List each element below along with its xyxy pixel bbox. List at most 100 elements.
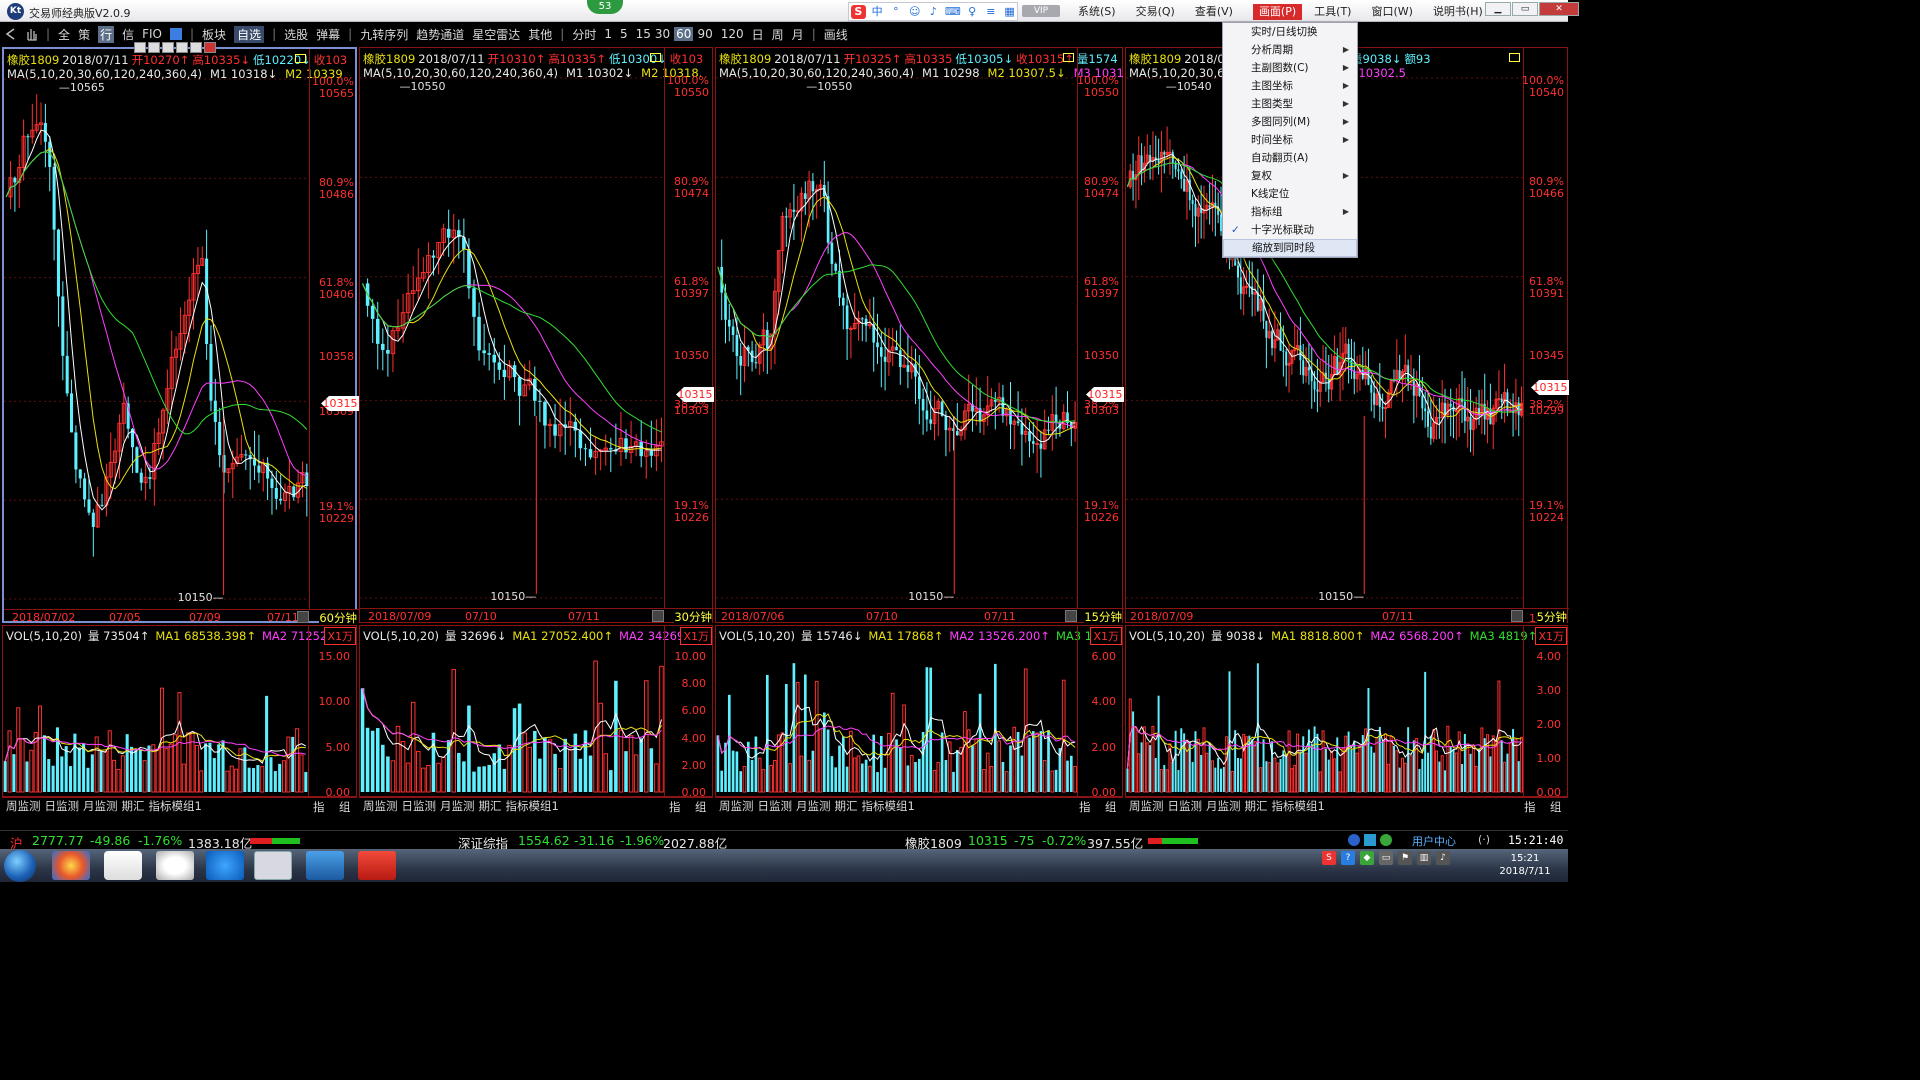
kline-panel[interactable]: —10550 10150— 橡胶1809 2018/07/11 开10325↑ 高1033… <box>715 47 1124 625</box>
group-button[interactable]: 组 <box>1105 799 1117 815</box>
context-menu-item[interactable]: K线定位 <box>1223 185 1357 203</box>
toolbar-other-dropdown[interactable]: 其他 <box>528 26 552 43</box>
user-center-link[interactable]: 用户中心 <box>1412 833 1456 849</box>
menu-tools[interactable]: 工具(T) <box>1314 4 1361 20</box>
indicator-tab[interactable]: 日监测 <box>1168 798 1203 814</box>
kline-chart[interactable]: —10565 10150— <box>4 49 309 609</box>
cross-cursor-icon[interactable] <box>134 42 146 53</box>
period-60[interactable]: 60 <box>674 27 694 41</box>
period-intraday[interactable]: 分时 <box>572 26 596 43</box>
indicator-tab[interactable]: 期汇 <box>479 798 502 814</box>
kline-panel[interactable]: —10565 10150— 橡胶1809 2018/07/11 开10270↑ 高1033… <box>2 42 359 626</box>
group-button[interactable]: 组 <box>339 799 351 815</box>
toolbar-fio[interactable]: FIO <box>142 27 162 41</box>
period-day[interactable]: 日 <box>752 26 764 43</box>
period-week[interactable]: 周 <box>772 26 784 43</box>
cards-app-icon[interactable] <box>104 851 142 880</box>
period-1[interactable]: 1 <box>604 27 612 41</box>
indicator-tab[interactable]: 期汇 <box>122 798 145 814</box>
volume-chart[interactable] <box>716 626 1077 798</box>
notification-badge[interactable]: 53 <box>587 0 623 14</box>
toolbar-td-sequential[interactable]: 九转序列 <box>360 26 408 43</box>
toolbar-trend-channel[interactable]: 趋势通道 <box>416 26 464 43</box>
period-15[interactable]: 15 <box>636 27 651 41</box>
toolbar-draw-line[interactable]: 画线 <box>824 26 848 43</box>
kline-chart[interactable]: —10550 10150— <box>360 48 664 608</box>
layout-icon[interactable] <box>162 42 174 53</box>
menu-trade[interactable]: 交易(Q) <box>1136 4 1185 20</box>
indicator-button[interactable]: 指 <box>1079 799 1091 815</box>
vip-badge[interactable]: VIP <box>1022 5 1060 17</box>
volume-tray-icon[interactable]: ♪ <box>1436 851 1450 865</box>
sogou-icon[interactable]: S <box>851 4 866 19</box>
emoji-icon[interactable]: ☺ <box>907 5 922 19</box>
period-5[interactable]: 5 <box>620 27 628 41</box>
group-button[interactable]: 组 <box>695 799 707 815</box>
toolbar-strategy[interactable]: 策 <box>78 26 90 43</box>
toolbox-icon[interactable]: ▦ <box>1002 5 1017 19</box>
panel-options-icon[interactable] <box>1063 53 1074 62</box>
period-label[interactable]: 60分钟 <box>319 610 357 626</box>
minimize-icon[interactable] <box>176 42 188 53</box>
menu-view[interactable]: 查看(V) <box>1195 4 1243 20</box>
volume-chart[interactable] <box>1126 626 1523 798</box>
indicator-tab[interactable]: 月监测 <box>796 798 831 814</box>
maximize-button[interactable]: ▭ <box>1512 2 1538 16</box>
flag-tray-icon[interactable]: ⚑ <box>1398 851 1412 865</box>
volume-panel[interactable]: VOL(5,10,20) 量 15746↓ MA1 17868↑ MA2 13526.… <box>715 625 1123 799</box>
hand-icon[interactable] <box>24 27 38 41</box>
close-icon[interactable] <box>204 42 216 53</box>
indicator-tab[interactable]: 周监测 <box>363 798 398 814</box>
scroll-handle[interactable] <box>297 611 309 623</box>
toolbar-star-radar[interactable]: 星空雷达 <box>472 26 520 43</box>
period-label[interactable]: 15分钟 <box>1084 609 1122 625</box>
sogou-tray-icon[interactable]: S <box>1322 851 1336 865</box>
toolbar-all[interactable]: 全 <box>58 26 70 43</box>
indicator-tab[interactable]: 期汇 <box>835 798 858 814</box>
restore-icon[interactable] <box>190 42 202 53</box>
indicator-tab[interactable]: 月监测 <box>1206 798 1241 814</box>
taskbar-clock[interactable]: 15:21 2018/7/11 <box>1498 852 1552 878</box>
volume-panel[interactable]: VOL(5,10,20) 量 73504↑ MA1 68538.398↑ MA2 71… <box>2 625 357 799</box>
network-icon[interactable] <box>1380 834 1392 846</box>
security-tray-icon[interactable]: ◆ <box>1360 851 1374 865</box>
period-120[interactable]: 120 <box>721 27 744 41</box>
indicator-button[interactable]: 指 <box>313 799 325 815</box>
indicator-button[interactable]: 指 <box>1524 799 1536 815</box>
period-90[interactable]: 90 <box>697 27 712 41</box>
punctuation-icon[interactable]: ° <box>889 5 904 19</box>
context-menu-item[interactable]: 分析周期 ▶ <box>1223 41 1357 59</box>
period-30[interactable]: 30 <box>655 27 670 41</box>
indicator-tab[interactable]: 日监测 <box>758 798 793 814</box>
indicator-tab[interactable]: 指标模组1 <box>1272 798 1325 814</box>
toolbar-info[interactable]: 信 <box>122 26 134 43</box>
scroll-handle[interactable] <box>1065 610 1077 622</box>
context-menu-item[interactable]: ✓ 十字光标联动 <box>1223 221 1357 239</box>
scroll-handle[interactable] <box>1511 610 1523 622</box>
egg-app-icon[interactable] <box>156 851 194 880</box>
context-menu-item[interactable]: 自动翻页(A) <box>1223 149 1357 167</box>
ime-mode-icon[interactable]: 中 <box>870 5 885 19</box>
trader-app-icon[interactable] <box>254 851 292 880</box>
context-menu-item[interactable]: 主副图数(C) ▶ <box>1223 59 1357 77</box>
kline-chart[interactable]: —10550 10150— <box>716 48 1077 608</box>
context-menu-item[interactable]: 多图同列(M) ▶ <box>1223 113 1357 131</box>
context-menu-item[interactable]: 复权 ▶ <box>1223 167 1357 185</box>
context-menu-item[interactable]: 实时/日线切换 <box>1223 23 1357 41</box>
menu-system[interactable]: 系统(S) <box>1078 4 1126 20</box>
context-menu-item[interactable]: 主图坐标 ▶ <box>1223 77 1357 95</box>
help-tray-icon[interactable]: ? <box>1341 851 1355 865</box>
keyboard-icon[interactable]: ⌨ <box>945 5 961 19</box>
panel-options-icon[interactable] <box>650 53 661 62</box>
message-icon[interactable] <box>1364 834 1376 846</box>
sogou-app-icon[interactable] <box>206 851 244 880</box>
service-icon[interactable] <box>1348 834 1360 846</box>
context-menu-item[interactable]: 主图类型 ▶ <box>1223 95 1357 113</box>
pan-icon[interactable] <box>148 42 160 53</box>
menu-window[interactable]: 窗口(W) <box>1371 4 1422 20</box>
group-button[interactable]: 组 <box>1550 799 1562 815</box>
period-label[interactable]: 5分钟 <box>1536 609 1567 625</box>
windows-start-icon[interactable] <box>4 850 36 882</box>
volume-chart[interactable] <box>3 626 308 798</box>
period-month[interactable]: 月 <box>792 26 804 43</box>
